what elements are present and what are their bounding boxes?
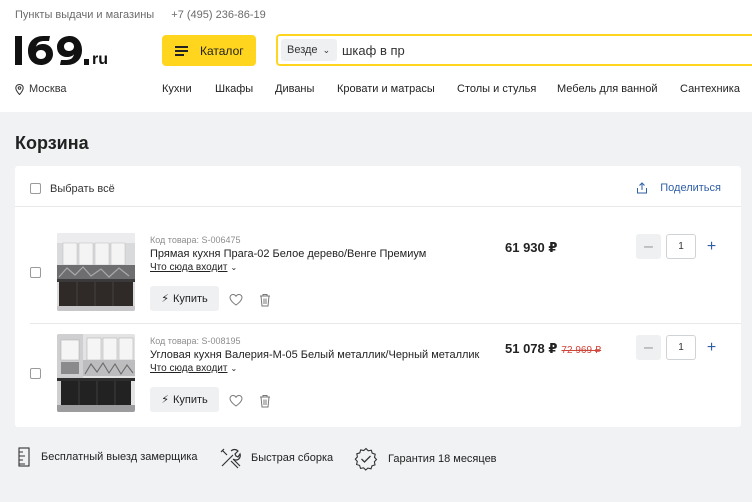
benefit-label: Гарантия 18 месяцев [388, 453, 497, 465]
catalog-button[interactable]: Каталог [162, 35, 256, 66]
search-scope-label: Везде [287, 44, 318, 56]
page-title: Корзина [15, 133, 89, 153]
cart-card: Выбрать всё Поделиться Код товара: S-006… [15, 166, 741, 427]
quantity-decrease-button[interactable]: – [636, 234, 661, 259]
city-label: Москва [29, 83, 67, 95]
benefit-warranty: Гарантия 18 месяцев [354, 447, 497, 471]
kitchen-photo-1 [57, 233, 135, 311]
heart-icon[interactable] [229, 293, 243, 307]
buy-button-label: Купить [172, 292, 208, 305]
catalog-button-label: Каталог [200, 43, 244, 58]
select-all-checkbox[interactable] [30, 183, 41, 194]
benefit-measurer: Бесплатный выезд замерщика [17, 447, 198, 467]
divider [15, 206, 741, 207]
product-name[interactable]: Угловая кухня Валерия-М-05 Белый металли… [150, 349, 479, 361]
current-price: 51 078 ₽ [505, 341, 558, 356]
quantity-field[interactable]: 1 [666, 335, 696, 360]
cart-page: Корзина Выбрать всё Поделиться Код товар… [0, 112, 752, 502]
pickup-points-link[interactable]: Пункты выдачи и магазины [15, 9, 154, 21]
product-sku: Код товара: S-008195 [150, 336, 241, 346]
svg-text:ru: ru [92, 51, 108, 68]
bolt-icon: ⚡︎ [161, 293, 169, 305]
chevron-down-icon: ⌄ [230, 364, 238, 373]
product-name[interactable]: Прямая кухня Прага-02 Белое дерево/Венге… [150, 248, 426, 260]
trash-icon[interactable] [258, 394, 272, 408]
location-icon [15, 83, 24, 95]
site-logo[interactable]: ru [14, 33, 134, 69]
benefit-assembly: Быстрая сборка [219, 447, 333, 469]
city-selector[interactable]: Москва [15, 83, 67, 95]
product-price: 61 930 ₽ [505, 240, 557, 256]
item-checkbox[interactable] [30, 368, 41, 379]
header-topline: Пункты выдачи и магазины +7 (495) 236-86… [15, 9, 280, 21]
ruler-icon [18, 447, 30, 467]
bolt-icon: ⚡︎ [161, 394, 169, 406]
quantity-increase-button[interactable]: + [699, 335, 724, 360]
benefit-label: Быстрая сборка [251, 452, 334, 464]
whats-included-label: Что сюда входит [150, 262, 228, 273]
current-price: 61 930 ₽ [505, 240, 558, 255]
quantity-field[interactable]: 1 [666, 234, 696, 259]
badge-icon [354, 447, 378, 471]
item-checkbox[interactable] [30, 267, 41, 278]
benefit-label: Бесплатный выезд замерщика [41, 451, 198, 463]
whats-included-toggle[interactable]: Что сюда входит ⌄ [150, 363, 237, 374]
divider [30, 323, 741, 324]
buy-button[interactable]: ⚡︎ Купить [150, 387, 219, 412]
product-sku: Код товара: S-006475 [150, 235, 241, 245]
nav-item-beds[interactable]: Кровати и матрасы [337, 83, 435, 95]
whats-included-toggle[interactable]: Что сюда входит ⌄ [150, 262, 237, 273]
heart-icon[interactable] [229, 394, 243, 408]
select-all-label[interactable]: Выбрать всё [50, 183, 115, 195]
nav-item-kitchens[interactable]: Кухни [162, 83, 192, 95]
nav-item-tables[interactable]: Столы и стулья [457, 83, 536, 95]
product-image[interactable] [57, 334, 135, 412]
buy-button-label: Купить [172, 393, 208, 406]
tools-icon [220, 448, 241, 469]
trash-icon[interactable] [258, 293, 272, 307]
nav-item-plumbing[interactable]: Сантехника [680, 83, 740, 95]
share-icon [637, 182, 648, 194]
menu-icon [175, 45, 188, 56]
share-label: Поделиться [660, 182, 721, 194]
kitchen-photo-2 [57, 334, 135, 412]
search-scope-select[interactable]: Везде ⌄ [281, 39, 337, 61]
chevron-down-icon: ⌄ [230, 263, 238, 272]
product-price: 51 078 ₽72 969 ₽ [505, 341, 601, 357]
chevron-down-icon: ⌄ [322, 44, 331, 55]
buy-button[interactable]: ⚡︎ Купить [150, 286, 219, 311]
whats-included-label: Что сюда входит [150, 363, 228, 374]
product-image[interactable] [57, 233, 135, 311]
share-button[interactable]: Поделиться [636, 182, 721, 194]
phone-link[interactable]: +7 (495) 236-86-19 [171, 9, 265, 21]
nav-item-wardrobes[interactable]: Шкафы [215, 83, 253, 95]
old-price: 72 969 ₽ [561, 345, 602, 356]
quantity-decrease-button[interactable]: – [636, 335, 661, 360]
nav-item-sofas[interactable]: Диваны [275, 83, 314, 95]
quantity-increase-button[interactable]: + [699, 234, 724, 259]
site-header: Пункты выдачи и магазины +7 (495) 236-86… [0, 0, 752, 112]
search-bar: Везде ⌄ [276, 34, 752, 66]
nav-item-bathroom[interactable]: Мебель для ванной [557, 83, 658, 95]
search-input[interactable] [342, 40, 742, 60]
